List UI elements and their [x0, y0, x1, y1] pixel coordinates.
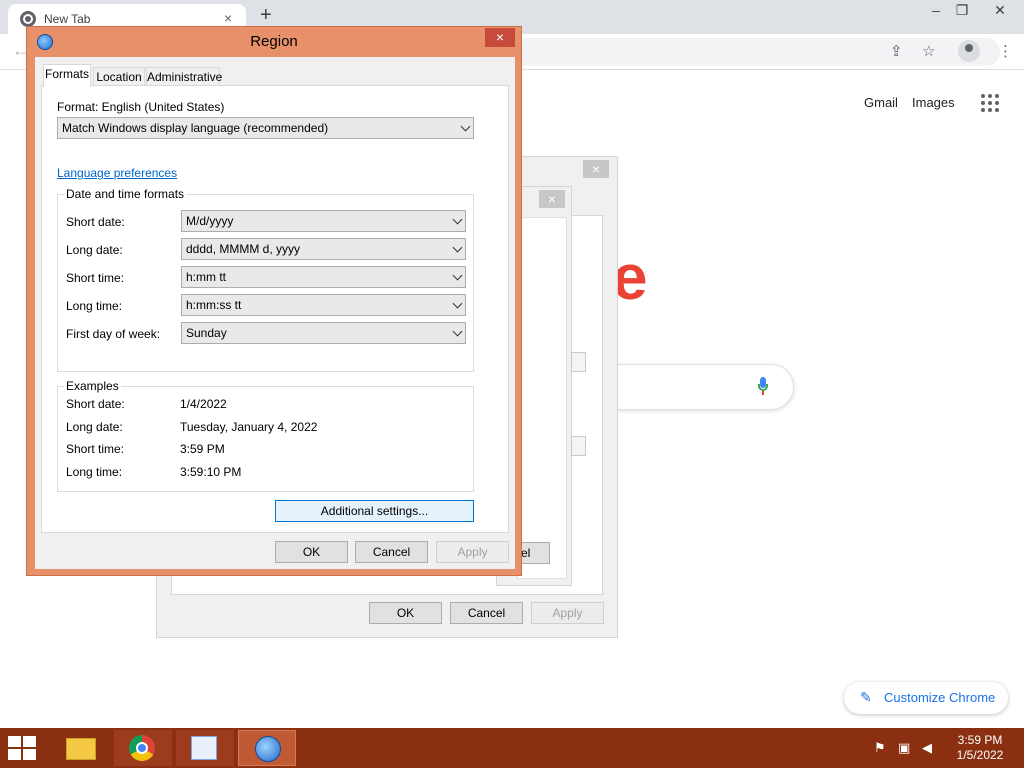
format-select[interactable]: Match Windows display language (recommen…: [57, 117, 474, 139]
clock-time: 3:59 PM: [957, 733, 1003, 747]
example-long-date-label: Long date:: [66, 420, 123, 434]
background-dialog-close-icon[interactable]: ×: [583, 160, 609, 178]
cancel-button[interactable]: Cancel: [355, 541, 428, 563]
format-label: Format: English (United States): [57, 100, 225, 114]
example-long-time-value: 3:59:10 PM: [180, 465, 242, 479]
volume-muted-icon[interactable]: ◀: [922, 740, 932, 756]
tab-close-icon[interactable]: ×: [224, 10, 232, 26]
share-icon[interactable]: ⇪: [890, 42, 903, 60]
clock-date: 1/5/2022: [956, 748, 1004, 762]
short-date-label: Short date:: [66, 215, 125, 229]
background-cancel-button[interactable]: Cancel: [450, 602, 523, 624]
example-short-time-label: Short time:: [66, 442, 125, 456]
chevron-down-icon: [452, 214, 463, 225]
background-cancel-button-partial[interactable]: el: [518, 542, 550, 564]
example-short-date-label: Short date:: [66, 397, 125, 411]
gmail-link[interactable]: Gmail: [864, 95, 898, 110]
taskbar: ⚑ ▣ ◀ 3:59 PM 1/5/2022: [0, 728, 1024, 768]
search-input[interactable]: [600, 364, 794, 410]
background-ok-button[interactable]: OK: [369, 602, 442, 624]
first-day-of-week-select[interactable]: Sunday: [181, 322, 466, 344]
globe-icon: [255, 736, 281, 762]
example-short-time-value: 3:59 PM: [180, 442, 225, 456]
first-day-of-week-label: First day of week:: [66, 327, 161, 341]
background-apply-button: Apply: [531, 602, 604, 624]
ok-button[interactable]: OK: [275, 541, 348, 563]
short-time-label: Short time:: [66, 271, 125, 285]
background-field: [571, 352, 586, 372]
taskbar-region[interactable]: [238, 730, 296, 766]
short-time-value: h:mm tt: [186, 270, 227, 284]
additional-settings-button[interactable]: Additional settings...: [275, 500, 474, 522]
address-bar[interactable]: [470, 38, 1000, 66]
dialog-close-button[interactable]: ×: [485, 28, 515, 47]
tab-administrative[interactable]: Administrative: [146, 67, 222, 87]
long-date-select[interactable]: dddd, MMMM d, yyyy: [181, 238, 466, 260]
example-long-date-value: Tuesday, January 4, 2022: [180, 420, 318, 434]
short-time-select[interactable]: h:mm tt: [181, 266, 466, 288]
chrome-menu-icon[interactable]: ⋮: [998, 42, 1013, 60]
restore-button[interactable]: ❐: [942, 2, 982, 19]
dialog-title: Region: [250, 33, 298, 50]
chevron-down-icon: [460, 121, 471, 132]
microphone-icon[interactable]: [758, 377, 768, 395]
calendar-clock-icon: [191, 736, 217, 760]
long-date-label: Long date:: [66, 243, 123, 257]
examples-group: Examples Short date: 1/4/2022 Long date:…: [57, 379, 474, 492]
background-field: [571, 436, 586, 456]
start-button[interactable]: [8, 736, 38, 760]
taskbar-chrome[interactable]: [114, 730, 172, 766]
secondary-dialog-close-icon[interactable]: ×: [539, 190, 565, 208]
example-short-date-value: 1/4/2022: [180, 397, 227, 411]
taskbar-file-explorer[interactable]: [52, 730, 110, 766]
tab-formats[interactable]: Formats: [43, 64, 91, 87]
tab-title: New Tab: [44, 12, 91, 26]
chrome-icon: [129, 735, 155, 761]
taskbar-control-panel[interactable]: [176, 730, 234, 766]
long-time-select[interactable]: h:mm:ss tt: [181, 294, 466, 316]
system-clock[interactable]: 3:59 PM 1/5/2022: [948, 733, 1012, 763]
chevron-down-icon: [452, 298, 463, 309]
google-apps-icon[interactable]: [981, 94, 999, 112]
customize-chrome-button[interactable]: ✎ Customize Chrome: [844, 682, 1008, 714]
chevron-down-icon: [452, 270, 463, 281]
long-time-value: h:mm:ss tt: [186, 298, 242, 312]
example-long-time-label: Long time:: [66, 465, 123, 479]
region-dialog: Region × Formats Location Administrative…: [26, 26, 522, 576]
long-date-value: dddd, MMMM d, yyyy: [186, 242, 301, 256]
chrome-tab-icon: [20, 11, 36, 27]
folder-icon: [66, 738, 96, 760]
format-select-value: Match Windows display language (recommen…: [62, 121, 329, 135]
new-tab-button[interactable]: +: [260, 4, 272, 27]
bookmark-star-icon[interactable]: ☆: [922, 42, 935, 60]
date-time-formats-group: Date and time formats Short date: M/d/yy…: [57, 187, 474, 372]
window-close-button[interactable]: ✕: [980, 2, 1020, 19]
short-date-select[interactable]: M/d/yyyy: [181, 210, 466, 232]
short-date-value: M/d/yyyy: [186, 214, 234, 228]
first-day-of-week-value: Sunday: [186, 326, 227, 340]
network-icon[interactable]: ▣: [898, 740, 910, 756]
chevron-down-icon: [452, 242, 463, 253]
profile-avatar-icon[interactable]: [958, 40, 980, 62]
secondary-dialog-panel: [517, 217, 567, 579]
examples-title: Examples: [64, 379, 121, 393]
tab-location[interactable]: Location: [93, 67, 145, 87]
dialog-body: Formats Location Administrative Format: …: [35, 57, 515, 569]
date-time-formats-title: Date and time formats: [64, 187, 187, 201]
images-link[interactable]: Images: [912, 95, 955, 110]
action-center-flag-icon[interactable]: ⚑: [874, 740, 886, 756]
long-time-label: Long time:: [66, 299, 123, 313]
formats-panel: Format: English (United States) Match Wi…: [41, 85, 509, 533]
pencil-icon: ✎: [860, 689, 872, 705]
language-preferences-link[interactable]: Language preferences: [57, 166, 177, 180]
customize-chrome-label: Customize Chrome: [884, 690, 996, 705]
chevron-down-icon: [452, 326, 463, 337]
apply-button: Apply: [436, 541, 509, 563]
